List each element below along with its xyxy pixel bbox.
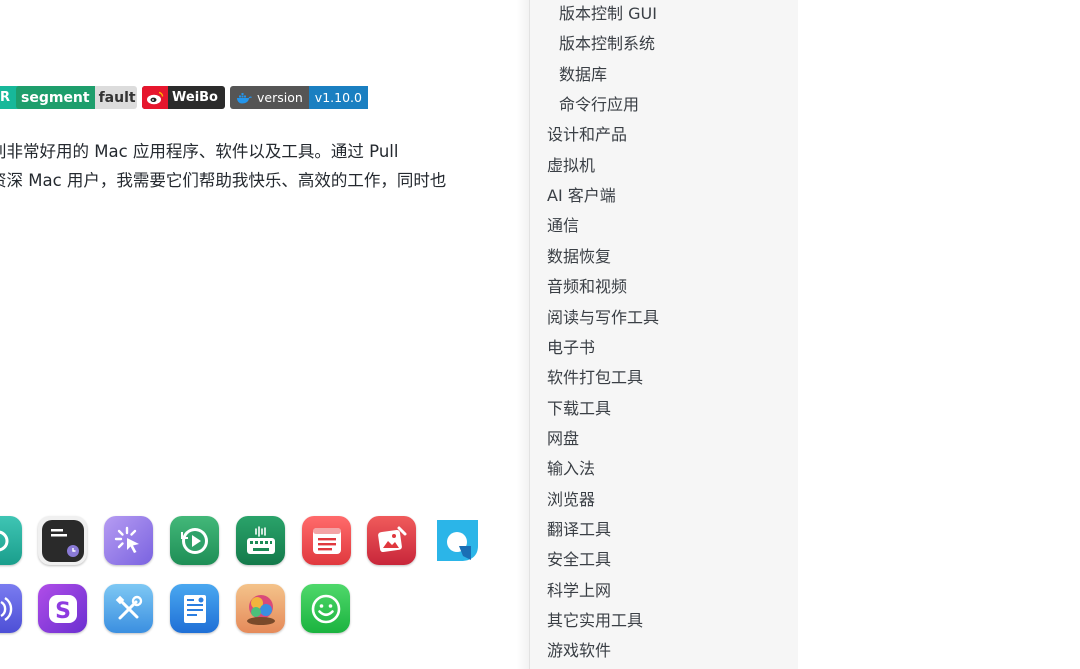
toc-item[interactable]: 下载工具 <box>547 399 611 419</box>
badge-r-label: R <box>0 90 11 105</box>
audio-wave-icon[interactable] <box>0 584 22 633</box>
intro-line-2: 资深 Mac 用户，我需要它们帮助我快乐、高效的工作，同时也 <box>0 171 447 190</box>
toc-item[interactable]: 软件打包工具 <box>547 368 643 388</box>
cursor-click-icon[interactable] <box>104 516 153 565</box>
svg-text:S: S <box>55 599 71 624</box>
colorful-art-icon[interactable] <box>236 584 285 633</box>
toc-item[interactable]: 电子书 <box>547 338 595 358</box>
weibo-badge[interactable]: WeiBo <box>142 86 225 109</box>
segmentfault-badge-right: fault <box>94 86 137 109</box>
photo-edit-icon[interactable] <box>367 516 416 565</box>
sidebar-divider <box>516 0 529 669</box>
toc-item[interactable]: 版本控制系统 <box>559 34 655 54</box>
toc-item[interactable]: 其它实用工具 <box>547 611 643 631</box>
document-form-icon[interactable] <box>170 584 219 633</box>
terminal-clock-icon[interactable] <box>38 516 87 565</box>
segmentfault-badge-left: segment <box>16 86 95 109</box>
weibo-icon <box>142 86 168 109</box>
toc-item[interactable]: 虚拟机 <box>547 156 595 176</box>
toc-item[interactable]: 安全工具 <box>547 550 611 570</box>
letter-s-icon[interactable]: S <box>38 584 87 633</box>
toc-item[interactable]: 输入法 <box>547 459 595 479</box>
edge-style-icon[interactable] <box>433 516 482 565</box>
version-badge-right: v1.10.0 <box>308 86 368 109</box>
toc-item[interactable]: AI 客户端 <box>547 186 616 206</box>
toc-sidebar[interactable]: 版本控制 GUI 版本控制系统 数据库命令行应用设计和产品虚拟机 AI 客户端 通信数据… <box>529 0 798 669</box>
toc-item[interactable]: 数据恢复 <box>547 247 611 267</box>
weibo-badge-label: WeiBo <box>172 90 218 105</box>
replay-icon[interactable] <box>170 516 219 565</box>
toc-item[interactable]: 浏览器 <box>547 490 595 510</box>
segmentfault-badge[interactable]: segment fault <box>16 86 137 109</box>
version-badge[interactable]: version v1.10.0 <box>230 86 371 109</box>
readme-content: R segment fault WeiBo version v1.10.0 别非… <box>0 0 528 669</box>
version-badge-left-text: version <box>257 90 303 105</box>
tools-icon[interactable] <box>104 584 153 633</box>
docker-whale-icon <box>237 92 252 103</box>
toc-item[interactable]: 通信 <box>547 216 579 236</box>
toc-item[interactable]: 科学上网 <box>547 581 611 601</box>
teal-app-icon[interactable] <box>0 516 22 565</box>
keyboard-voice-icon[interactable] <box>236 516 285 565</box>
smiley-icon[interactable] <box>301 584 350 633</box>
checklist-icon[interactable] <box>302 516 351 565</box>
toc-item[interactable]: 阅读与写作工具 <box>547 308 659 328</box>
toc-item[interactable]: 设计和产品 <box>547 125 627 145</box>
toc-item[interactable]: 游戏软件 <box>547 641 611 661</box>
toc-item[interactable]: 数据库 <box>559 65 607 85</box>
toc-item[interactable]: 版本控制 GUI <box>559 4 657 24</box>
toc-item[interactable]: 网盘 <box>547 429 579 449</box>
version-badge-left: version <box>230 86 309 109</box>
toc-item[interactable]: 音频和视频 <box>547 277 627 297</box>
intro-line-1: 别非常好用的 Mac 应用程序、软件以及工具。通过 Pull <box>0 142 399 161</box>
toc-item[interactable]: 命令行应用 <box>559 95 639 115</box>
toc-item[interactable]: 翻译工具 <box>547 520 611 540</box>
intro-paragraph: 别非常好用的 Mac 应用程序、软件以及工具。通过 Pull 资深 Mac 用户… <box>0 137 528 195</box>
